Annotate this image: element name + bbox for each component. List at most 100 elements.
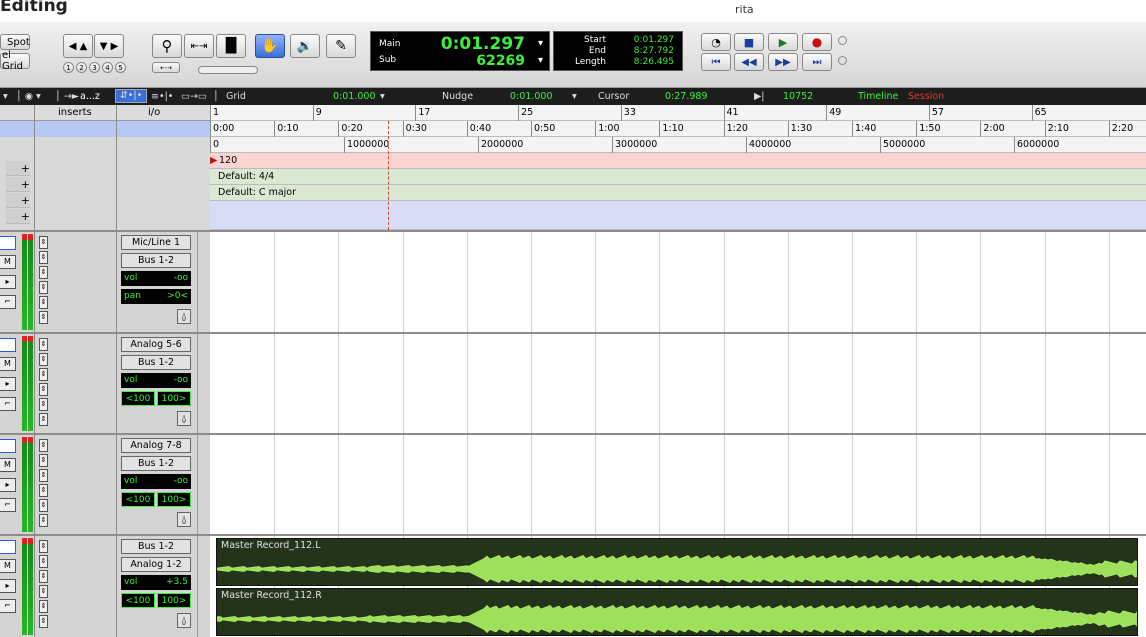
pencil-tool[interactable]: ✎: [326, 34, 356, 58]
minsecs-ruler[interactable]: 0:00 0:10 0:20 0:30 0:40 0:50 1:00 1:10 1:20 1:30…: [210, 121, 1146, 137]
pan-right-display[interactable]: 100>: [157, 593, 191, 608]
track-name-button[interactable]: [0, 338, 16, 352]
insert-slot-icon[interactable]: ⇕: [39, 398, 48, 411]
pan-left-display[interactable]: <100: [121, 391, 155, 406]
main-counter-value[interactable]: 0:01.297: [441, 34, 525, 54]
nudge-value[interactable]: 0:01.000: [510, 91, 553, 102]
end-value[interactable]: 8:27.792: [634, 46, 674, 56]
insert-slot-icon[interactable]: ⇕: [39, 600, 48, 613]
record-button[interactable]: ●: [802, 33, 832, 51]
nudge-menu-icon[interactable]: ▾: [572, 91, 577, 102]
rewind-button[interactable]: ◀◀: [734, 53, 764, 71]
selector-tool[interactable]: ▐▌: [216, 34, 246, 58]
volume-display[interactable]: vol +3.5: [121, 575, 191, 590]
insert-slot-icon[interactable]: ⇕: [39, 514, 48, 527]
view-menu-icon[interactable]: ▾: [3, 91, 8, 102]
link-timeline-selection-icon[interactable]: ⇵•|•: [115, 89, 147, 103]
volume-display[interactable]: vol -oo: [121, 271, 191, 286]
solo-button[interactable]: ▸: [0, 579, 16, 593]
audio-region[interactable]: Master Record_112.L: [216, 538, 1138, 586]
spot-mode-button[interactable]: Spot: [0, 34, 30, 50]
mirror-midi-icon[interactable]: ▭→▭: [181, 91, 207, 102]
insert-slot-icon[interactable]: ⇕: [39, 251, 48, 264]
pan-right-display[interactable]: 100>: [157, 492, 191, 507]
solo-button[interactable]: ▸: [0, 275, 16, 289]
online-button[interactable]: ◔: [701, 33, 731, 51]
track-name-button[interactable]: [0, 439, 16, 453]
insert-slot-icon[interactable]: ⇕: [39, 338, 48, 351]
insert-slot-icon[interactable]: ⇕: [39, 469, 48, 482]
tempo-marker-icon[interactable]: ▶: [210, 155, 217, 166]
length-value[interactable]: 8:26.495: [634, 57, 674, 67]
start-value[interactable]: 0:01.297: [634, 35, 674, 45]
grid-value[interactable]: 0:01.000: [333, 91, 376, 102]
pan-right-display[interactable]: 100>: [157, 391, 191, 406]
markers-ruler[interactable]: [210, 201, 1146, 230]
solo-button[interactable]: ▸: [0, 478, 16, 492]
audio-region[interactable]: Master Record_112.R: [216, 588, 1138, 636]
insert-slot-icon[interactable]: ⇕: [39, 311, 48, 324]
insert-slot-icon[interactable]: ⇕: [39, 413, 48, 426]
input-selector[interactable]: Analog 5-6: [121, 337, 191, 352]
zoom-vertical-button[interactable]: ▼ ▶: [94, 34, 124, 58]
insert-slot-icon[interactable]: ⇕: [39, 266, 48, 279]
insert-slot-icon[interactable]: ⇕: [39, 383, 48, 396]
record-enable-button[interactable]: ⌐: [0, 295, 16, 309]
pan-left-display[interactable]: <100: [121, 593, 155, 608]
insert-slot-icon[interactable]: ⇕: [39, 499, 48, 512]
track-height-handle[interactable]: [197, 334, 207, 433]
sort-button[interactable]: a...z: [80, 91, 100, 102]
output-selector[interactable]: Analog 1-2: [121, 557, 191, 572]
insert-slot-icon[interactable]: ⇕: [39, 368, 48, 381]
meter-add-icon[interactable]: +: [6, 177, 30, 192]
scrubber-tool[interactable]: 🔉: [290, 34, 320, 58]
input-selector[interactable]: Mic/Line 1: [121, 235, 191, 250]
pan-left-display[interactable]: <100: [121, 492, 155, 507]
solo-button[interactable]: ▸: [0, 377, 16, 391]
track-height-handle[interactable]: [197, 536, 207, 637]
insert-slot-icon[interactable]: ⇕: [39, 296, 48, 309]
meter-ruler[interactable]: Default: 4/4: [210, 169, 1146, 185]
zoom-preset-3[interactable]: 3: [89, 62, 100, 73]
track-height-handle[interactable]: [197, 435, 207, 534]
marker-add-icon[interactable]: +: [6, 209, 30, 224]
insert-slot-icon[interactable]: ⇕: [39, 555, 48, 568]
zoomer-tool[interactable]: ⚲: [152, 34, 182, 58]
voice-assign-icon[interactable]: ⍙: [177, 512, 191, 527]
tempo-add-icon[interactable]: +: [6, 161, 30, 176]
return-to-zero-button[interactable]: ⏮: [701, 53, 731, 71]
trim-tool[interactable]: ⇤⇥: [184, 34, 214, 58]
track-height-handle[interactable]: [197, 232, 207, 332]
output-selector[interactable]: Bus 1-2: [121, 456, 191, 471]
insert-slot-icon[interactable]: ⇕: [39, 615, 48, 628]
record-enable-button[interactable]: ⌐: [0, 599, 16, 613]
insert-slot-icon[interactable]: ⇕: [39, 484, 48, 497]
grid-mode-button[interactable]: el Grid: [0, 50, 30, 72]
insert-slot-icon[interactable]: ⇕: [39, 570, 48, 583]
output-selector[interactable]: Bus 1-2: [121, 253, 191, 268]
insert-slot-icon[interactable]: ⇕: [39, 540, 48, 553]
grabber-tool[interactable]: ✋: [255, 34, 285, 58]
track-name-button[interactable]: [0, 236, 16, 250]
fast-forward-button[interactable]: ▶▶: [768, 53, 798, 71]
output-selector[interactable]: Bus 1-2: [121, 355, 191, 370]
key-add-icon[interactable]: +: [6, 193, 30, 208]
zoom-preset-5[interactable]: 5: [115, 62, 126, 73]
zoom-preset-1[interactable]: 1: [63, 62, 74, 73]
mute-button[interactable]: M: [0, 255, 16, 269]
record-enable-button[interactable]: ⌐: [0, 498, 16, 512]
zoom-preset-2[interactable]: 2: [76, 62, 87, 73]
tool-slider[interactable]: [198, 66, 258, 74]
zoom-preset-4[interactable]: 4: [102, 62, 113, 73]
insert-slot-icon[interactable]: ⇕: [39, 353, 48, 366]
shuffle-icon[interactable]: │ →►: [55, 91, 79, 102]
smart-tool-toggle[interactable]: ⇠⇢: [152, 62, 180, 73]
voice-assign-icon[interactable]: ⍙: [177, 309, 191, 324]
insert-slot-icon[interactable]: ⇕: [39, 236, 48, 249]
voice-assign-icon[interactable]: ⍙: [177, 613, 191, 628]
tempo-ruler[interactable]: ▶ 120: [210, 153, 1146, 169]
main-counter-menu-icon[interactable]: ▾: [538, 38, 543, 49]
key-ruler[interactable]: Default: C major: [210, 185, 1146, 201]
insert-slot-icon[interactable]: ⇕: [39, 585, 48, 598]
samples-ruler[interactable]: 0 1000000 2000000 3000000 4000000 5000000 6000…: [210, 137, 1146, 153]
